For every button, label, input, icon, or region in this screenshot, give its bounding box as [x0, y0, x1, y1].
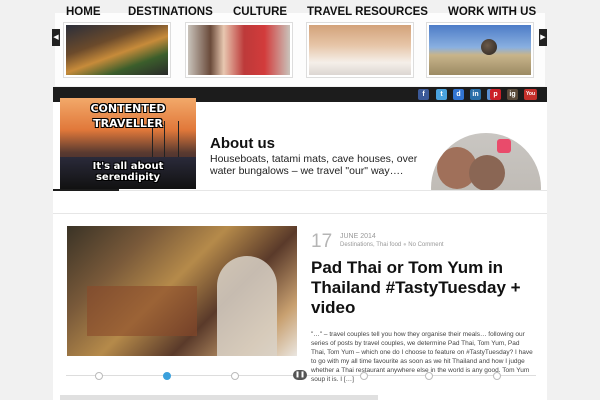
- nav-home[interactable]: HOME: [66, 6, 101, 18]
- linkedin-icon[interactable]: in: [470, 89, 481, 100]
- slider-dot[interactable]: [493, 372, 501, 380]
- thumbnail-outback[interactable]: [426, 22, 534, 78]
- site-logo[interactable]: CONTENTED TRAVELLER It's all about seren…: [60, 98, 196, 189]
- slider-dot-active[interactable]: [163, 372, 171, 380]
- youtube-icon[interactable]: You: [524, 89, 537, 100]
- slider-prev-arrow[interactable]: ◀: [52, 29, 60, 46]
- about-title[interactable]: About us: [210, 135, 275, 152]
- footer-strip: [60, 395, 378, 400]
- post-date-month: JUNE 2014: [340, 233, 376, 240]
- facebook-icon[interactable]: f: [418, 89, 429, 100]
- logo-line2: TRAVELLER: [93, 117, 163, 130]
- slider-dot[interactable]: [95, 372, 103, 380]
- nav-work-with-us[interactable]: WORK WITH US: [448, 6, 536, 18]
- post-title[interactable]: Pad Thai or Tom Yum in Thailand #TastyTu…: [311, 258, 533, 318]
- featured-image[interactable]: [67, 226, 297, 356]
- nav-destinations[interactable]: DESTINATIONS: [128, 6, 213, 18]
- nav-active-indicator: [53, 189, 119, 191]
- post-comments[interactable]: No Comment: [408, 242, 443, 248]
- logo-line1: CONTENTED: [90, 102, 166, 115]
- delicious-icon[interactable]: d: [453, 89, 464, 100]
- slider-next-arrow[interactable]: ▶: [539, 29, 547, 46]
- pinterest-icon[interactable]: p: [490, 89, 501, 100]
- instagram-icon[interactable]: ig: [507, 89, 518, 100]
- slider-dot[interactable]: [360, 372, 368, 380]
- thumbnail-woman-sunset[interactable]: [306, 22, 414, 78]
- slider-pause-button[interactable]: ❚❚: [293, 370, 307, 380]
- thumbnail-couple[interactable]: [185, 22, 293, 78]
- twitter-icon[interactable]: t: [436, 89, 447, 100]
- about-text: Houseboats, tatami mats, cave houses, ov…: [210, 153, 418, 177]
- nav-travel-resources[interactable]: TRAVEL RESOURCES: [307, 6, 428, 18]
- thumbnail-street-food[interactable]: [63, 22, 171, 78]
- pinterest-badge-icon: [497, 139, 511, 153]
- post-date-day: 17: [311, 231, 333, 252]
- post-categories[interactable]: Destinations, Thai food: [340, 242, 401, 248]
- slider-dot[interactable]: [231, 372, 239, 380]
- slider-dot[interactable]: [425, 372, 433, 380]
- main-nav: [53, 190, 547, 214]
- nav-culture[interactable]: CULTURE: [233, 6, 287, 18]
- post-meta: Destinations, Thai food ● No Comment: [340, 242, 444, 248]
- logo-tagline: It's all about serendipity: [92, 161, 164, 183]
